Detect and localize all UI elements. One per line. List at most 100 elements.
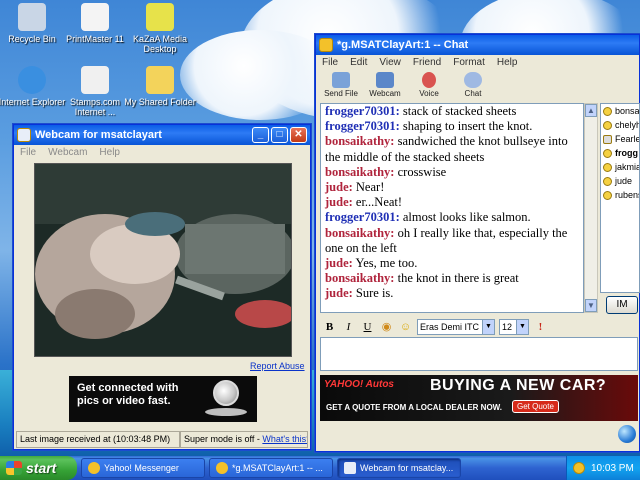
taskbar-item-chat[interactable]: *g.MSATClayArt:1 -- ... [209, 458, 333, 478]
color-palette-icon[interactable]: ◉ [379, 320, 394, 335]
desktop-icon-kazaa[interactable]: KaZaA Media Desktop [123, 3, 197, 54]
user-list-item[interactable]: chelyh [601, 118, 639, 132]
user-smiley-icon [603, 176, 612, 186]
font-select[interactable]: Eras Demi ITC ▼ [417, 319, 495, 335]
chat-window[interactable]: *g.MSATClayArt:1 -- Chat File Edit View … [315, 34, 640, 452]
desktop-icon-label: PrintMaster 11 [66, 34, 124, 44]
chat-status-bar [320, 423, 638, 449]
menu-webcam[interactable]: Webcam [47, 147, 88, 158]
user-smiley-icon [603, 106, 612, 116]
voice-button[interactable]: Voice [410, 72, 448, 98]
user-list-item[interactable]: bonsa [601, 104, 639, 118]
chat-message: frogger70301: shaping to insert the knot… [325, 119, 579, 134]
clock[interactable]: 10:03 PM [591, 463, 634, 474]
desktop-icon-label: Internet Explorer [0, 97, 66, 107]
webcam-window[interactable]: Webcam for msatclayart _ □ ✕ File Webcam… [13, 124, 311, 450]
minimize-button[interactable]: _ [252, 127, 269, 143]
user-list-item[interactable]: jakmia [601, 160, 639, 174]
chat-button[interactable]: Chat [454, 72, 492, 98]
chat-user-list[interactable]: bonsa chelyh Fearle frogg jakmia jude ru… [600, 103, 640, 293]
scroll-track[interactable] [585, 117, 597, 299]
chat-ad-banner[interactable]: YAHOO! Autos BUYING A NEW CAR? GET A QUO… [320, 375, 638, 421]
desktop-icon-shared-folder[interactable]: My Shared Folder [123, 66, 197, 107]
maximize-button[interactable]: □ [271, 127, 288, 143]
chat-message: bonsaikathy: crosswise [325, 165, 579, 180]
taskbar-item-label: Webcam for msatclay... [360, 463, 454, 473]
user-name: chelyh [615, 120, 640, 130]
webcam-video-feed [34, 163, 292, 357]
desktop-icon-printmaster[interactable]: PrintMaster 11 [58, 3, 132, 44]
ad-headline: BUYING A NEW CAR? [430, 377, 607, 394]
report-abuse-link[interactable]: Report Abuse [250, 361, 305, 371]
menu-file[interactable]: File [321, 57, 339, 68]
message-text: er...Neat! [352, 195, 403, 210]
chat-message: bonsaikathy: sandwiched the knot bullsey… [325, 134, 579, 164]
user-name: jude [615, 176, 633, 186]
chat-input-field[interactable] [320, 337, 638, 371]
user-name: Fearle [615, 134, 640, 144]
taskbar-item-yahoo-messenger[interactable]: Yahoo! Messenger [81, 458, 205, 478]
get-quote-button[interactable]: Get Quote [512, 400, 559, 413]
webcam-button[interactable]: Webcam [366, 72, 404, 98]
chat-message: jude: Near! [325, 180, 579, 195]
user-list-item[interactable]: Fearle [601, 132, 639, 146]
send-file-icon [332, 72, 350, 88]
menu-friend[interactable]: Friend [412, 57, 442, 68]
chat-message: jude: Yes, me too. [325, 256, 579, 271]
printmaster-icon [81, 3, 109, 31]
menu-help[interactable]: Help [496, 57, 519, 68]
user-smiley-icon [603, 120, 612, 130]
scroll-up-arrow-icon[interactable]: ▲ [585, 104, 597, 117]
message-sender: bonsaikathy: [325, 225, 395, 240]
chat-title-bar[interactable]: *g.MSATClayArt:1 -- Chat [316, 35, 639, 55]
bold-button[interactable]: B [322, 320, 337, 335]
taskbar-item-label: Yahoo! Messenger [104, 463, 179, 473]
super-mode-status: Super mode is off - What's this? [180, 431, 308, 448]
taskbar: start Yahoo! Messenger *g.MSATClayArt:1 … [0, 456, 640, 480]
user-smiley-icon [603, 190, 612, 200]
message-scrollbar[interactable]: ▲ ▼ [584, 103, 598, 313]
user-list-item[interactable]: frogg [601, 146, 639, 160]
voice-label: Voice [419, 89, 439, 98]
close-button[interactable]: ✕ [290, 127, 307, 143]
user-name: bonsa [615, 106, 640, 116]
taskbar-item-webcam[interactable]: Webcam for msatclay... [337, 458, 461, 478]
im-button[interactable]: IM [606, 296, 638, 314]
messenger-tray-icon[interactable] [573, 462, 585, 474]
user-list-item[interactable]: jude [601, 174, 639, 188]
desktop-icon-stamps[interactable]: Stamps.com Internet ... [58, 66, 132, 117]
message-sender: bonsaikathy: [325, 134, 395, 149]
chat-message-area[interactable]: frogger70301: stack of stacked sheets fr… [320, 103, 584, 313]
start-button[interactable]: start [0, 456, 77, 480]
menu-file[interactable]: File [19, 147, 37, 158]
chevron-down-icon: ▼ [516, 320, 528, 334]
webcam-icon [376, 72, 394, 88]
user-smiley-icon [603, 162, 612, 172]
system-tray: 10:03 PM [566, 456, 640, 480]
webcam-title-bar[interactable]: Webcam for msatclayart _ □ ✕ [14, 125, 310, 145]
whats-this-link[interactable]: What's this? [262, 434, 307, 444]
scroll-down-arrow-icon[interactable]: ▼ [585, 299, 597, 312]
chevron-down-icon: ▼ [482, 320, 494, 334]
italic-button[interactable]: I [341, 320, 356, 335]
stamps-icon [81, 66, 109, 94]
underline-button[interactable]: U [360, 320, 375, 335]
send-file-label: Send File [324, 89, 358, 98]
chat-message: frogger70301: almost looks like salmon. [325, 210, 579, 225]
taskbar-item-label: *g.MSATClayArt:1 -- ... [232, 463, 323, 473]
menu-view[interactable]: View [378, 57, 402, 68]
last-image-status: Last image received at (10:03:48 PM) [16, 431, 180, 448]
chat-message: jude: Sure is. [325, 286, 579, 301]
ignore-icon[interactable]: ! [533, 320, 548, 335]
chat-toolbar: Send File Webcam Voice Chat [316, 70, 639, 100]
desktop-icon-label: KaZaA Media Desktop [132, 34, 188, 54]
webcam-image [35, 164, 291, 356]
webcam-ad-banner[interactable]: Get connected with pics or video fast. [69, 376, 257, 422]
menu-help[interactable]: Help [98, 147, 121, 158]
menu-format[interactable]: Format [452, 57, 486, 68]
send-file-button[interactable]: Send File [322, 72, 360, 98]
emoticon-icon[interactable]: ☺ [398, 320, 413, 335]
font-size-select[interactable]: 12 ▼ [499, 319, 529, 335]
menu-edit[interactable]: Edit [349, 57, 368, 68]
user-list-item[interactable]: rubens [601, 188, 639, 202]
